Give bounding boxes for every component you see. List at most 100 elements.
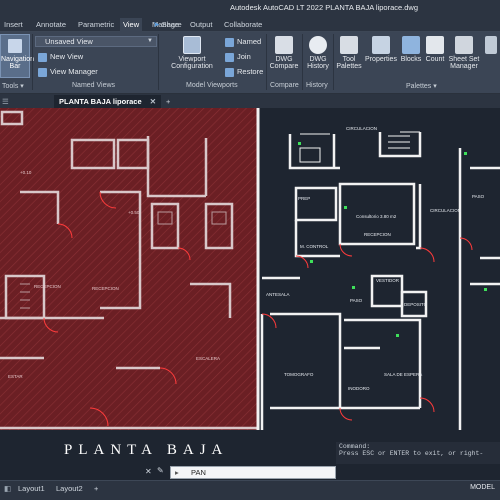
named-views-dropdown-value: Unsaved View	[45, 37, 93, 46]
view-manager-button[interactable]: View Manager	[38, 67, 98, 79]
close-command-icon[interactable]: ✕	[145, 467, 152, 476]
model-viewports-panel-label: Model Viewports	[186, 82, 238, 89]
blocks-label: Blocks	[400, 56, 422, 63]
dwg-compare-icon	[275, 36, 293, 54]
navigation-bar-label: Navigation Bar	[1, 56, 35, 70]
title-bar: Autodesk AutoCAD LT 2022 PLANTA BAJA lip…	[0, 0, 500, 18]
named-viewports-button[interactable]: Named	[225, 37, 261, 49]
svg-text:Consultorio 3.80 m2: Consultorio 3.80 m2	[356, 214, 397, 219]
share-button[interactable]: ➤ Share	[153, 20, 182, 29]
model-space-button[interactable]: MODEL	[470, 484, 495, 491]
properties-icon	[372, 36, 390, 54]
tab-output[interactable]: Output	[190, 20, 213, 29]
svg-text:CIRCULACION: CIRCULACION	[430, 208, 461, 213]
status-bar: ◧ Layout1 Layout2 + MODEL	[0, 480, 500, 500]
view-manager-icon	[38, 67, 47, 77]
ribbon-tab-bar: Insert Annotate Parametric View Manage O…	[0, 18, 500, 32]
command-history-line-1: Command:	[339, 443, 371, 450]
svg-text:ANTESALA: ANTESALA	[266, 292, 290, 297]
share-label: Share	[161, 20, 182, 29]
command-history-line-2: Press ESC or ENTER to exit, or right-	[339, 450, 484, 457]
command-history: Command: Press ESC or ENTER to exit, or …	[336, 442, 500, 464]
navigation-bar-icon	[8, 39, 22, 53]
close-tab-icon[interactable]: ✕	[150, 97, 156, 106]
sheet-set-manager-label: Sheet Set Manager	[448, 56, 480, 70]
command-input[interactable]: ▸ PAN	[170, 466, 336, 479]
svg-text:ESCALERA: ESCALERA	[196, 356, 220, 361]
tab-insert[interactable]: Insert	[4, 20, 23, 29]
restore-icon	[225, 67, 234, 77]
tab-parametric[interactable]: Parametric	[78, 20, 114, 29]
svg-text:RECEPCION: RECEPCION	[92, 286, 119, 291]
tab-layout1[interactable]: Layout1	[18, 484, 45, 493]
svg-text:SALA DE ESPERA: SALA DE ESPERA	[384, 372, 422, 377]
dwg-compare-button[interactable]: DWG Compare	[268, 34, 300, 80]
viewport-configuration-label: Viewport Configuration	[171, 56, 213, 70]
join-viewports-button[interactable]: Join	[225, 52, 251, 64]
svg-text:CIRCULACION: CIRCULACION	[346, 126, 377, 131]
tab-layout2[interactable]: Layout2	[56, 484, 83, 493]
named-viewports-icon	[225, 37, 234, 47]
window-title: Autodesk AutoCAD LT 2022 PLANTA BAJA lip…	[230, 3, 419, 12]
restore-viewports-button[interactable]: Restore	[225, 67, 263, 79]
dimension-markers	[298, 142, 487, 337]
svg-text:RECEPCION: RECEPCION	[34, 284, 61, 289]
history-clock-icon	[309, 36, 327, 54]
history-panel-label: History	[306, 82, 328, 89]
properties-label: Properties	[365, 56, 397, 63]
navigation-bar-button[interactable]: Navigation Bar	[0, 34, 34, 78]
sheet-set-icon	[455, 36, 473, 54]
svg-text:PASO: PASO	[350, 298, 363, 303]
dwg-compare-label: DWG Compare	[269, 56, 299, 70]
tab-collaborate[interactable]: Collaborate	[224, 20, 262, 29]
svg-text:PASO: PASO	[472, 194, 485, 199]
model-tab[interactable]: ◧	[4, 484, 11, 493]
svg-text:+0.50: +0.50	[128, 210, 140, 215]
command-current-value: PAN	[191, 468, 206, 477]
palettes-panel-label[interactable]: Palettes ▾	[406, 82, 437, 90]
viewport-icon	[183, 36, 201, 54]
tab-annotate[interactable]: Annotate	[36, 20, 66, 29]
blocks-button[interactable]: Blocks	[399, 34, 423, 80]
svg-text:DEPOSITO: DEPOSITO	[404, 302, 428, 307]
palettes-more-icon	[485, 36, 497, 54]
selection-hatch	[0, 108, 258, 430]
dwg-history-button[interactable]: DWG History	[304, 34, 332, 80]
floor-plan-drawing: RECEPCION RECEPCION ESTAR ESCALERA +0.10…	[0, 108, 500, 430]
count-button[interactable]: Count	[423, 34, 447, 80]
new-view-icon	[38, 52, 47, 62]
compare-panel-label: Compare	[270, 82, 299, 89]
svg-text:INODORO: INODORO	[348, 386, 370, 391]
ribbon-panel: Navigation Bar Tools ▾ Unsaved View ▼ Ne…	[0, 32, 500, 94]
sheet-set-manager-button[interactable]: Sheet Set Manager	[447, 34, 481, 80]
customize-wrench-icon[interactable]: ✎	[157, 466, 164, 475]
svg-text:M. CONTROL: M. CONTROL	[300, 244, 329, 249]
tool-palettes-icon	[340, 36, 358, 54]
tool-palettes-button[interactable]: Tool Palettes	[335, 34, 363, 80]
dwg-history-label: DWG History	[307, 56, 329, 70]
svg-text:+0.10: +0.10	[20, 170, 32, 175]
svg-text:PREP: PREP	[298, 196, 310, 201]
blocks-icon	[402, 36, 420, 54]
palettes-overflow-button[interactable]	[482, 34, 500, 80]
new-view-button[interactable]: New View	[38, 52, 83, 64]
properties-button[interactable]: Properties	[363, 34, 399, 80]
svg-text:ESTAR: ESTAR	[8, 374, 23, 379]
svg-text:RECEPCION: RECEPCION	[364, 232, 391, 237]
tab-planta-baja[interactable]: PLANTA BAJA liporace ✕	[54, 95, 162, 108]
start-tab[interactable]: ☰	[2, 95, 42, 108]
new-tab-button[interactable]: +	[166, 95, 170, 108]
svg-text:TOMOGRAFO: TOMOGRAFO	[284, 372, 314, 377]
right-doors	[261, 237, 473, 421]
tools-panel-label[interactable]: Tools ▾	[2, 82, 24, 90]
plan-caption: PLANTA BAJA	[64, 442, 229, 458]
add-layout-button[interactable]: +	[94, 484, 98, 493]
tab-view[interactable]: View	[120, 18, 143, 32]
document-tab-bar: ☰ PLANTA BAJA liporace ✕ +	[0, 94, 500, 108]
svg-text:VESTIDOR: VESTIDOR	[376, 278, 400, 283]
named-views-dropdown[interactable]: Unsaved View ▼	[35, 36, 157, 47]
drawing-canvas[interactable]: RECEPCION RECEPCION ESTAR ESCALERA +0.10…	[0, 108, 500, 464]
join-icon	[225, 52, 234, 62]
viewport-configuration-button[interactable]: Viewport Configuration	[162, 34, 222, 80]
share-icon: ➤	[153, 20, 160, 29]
